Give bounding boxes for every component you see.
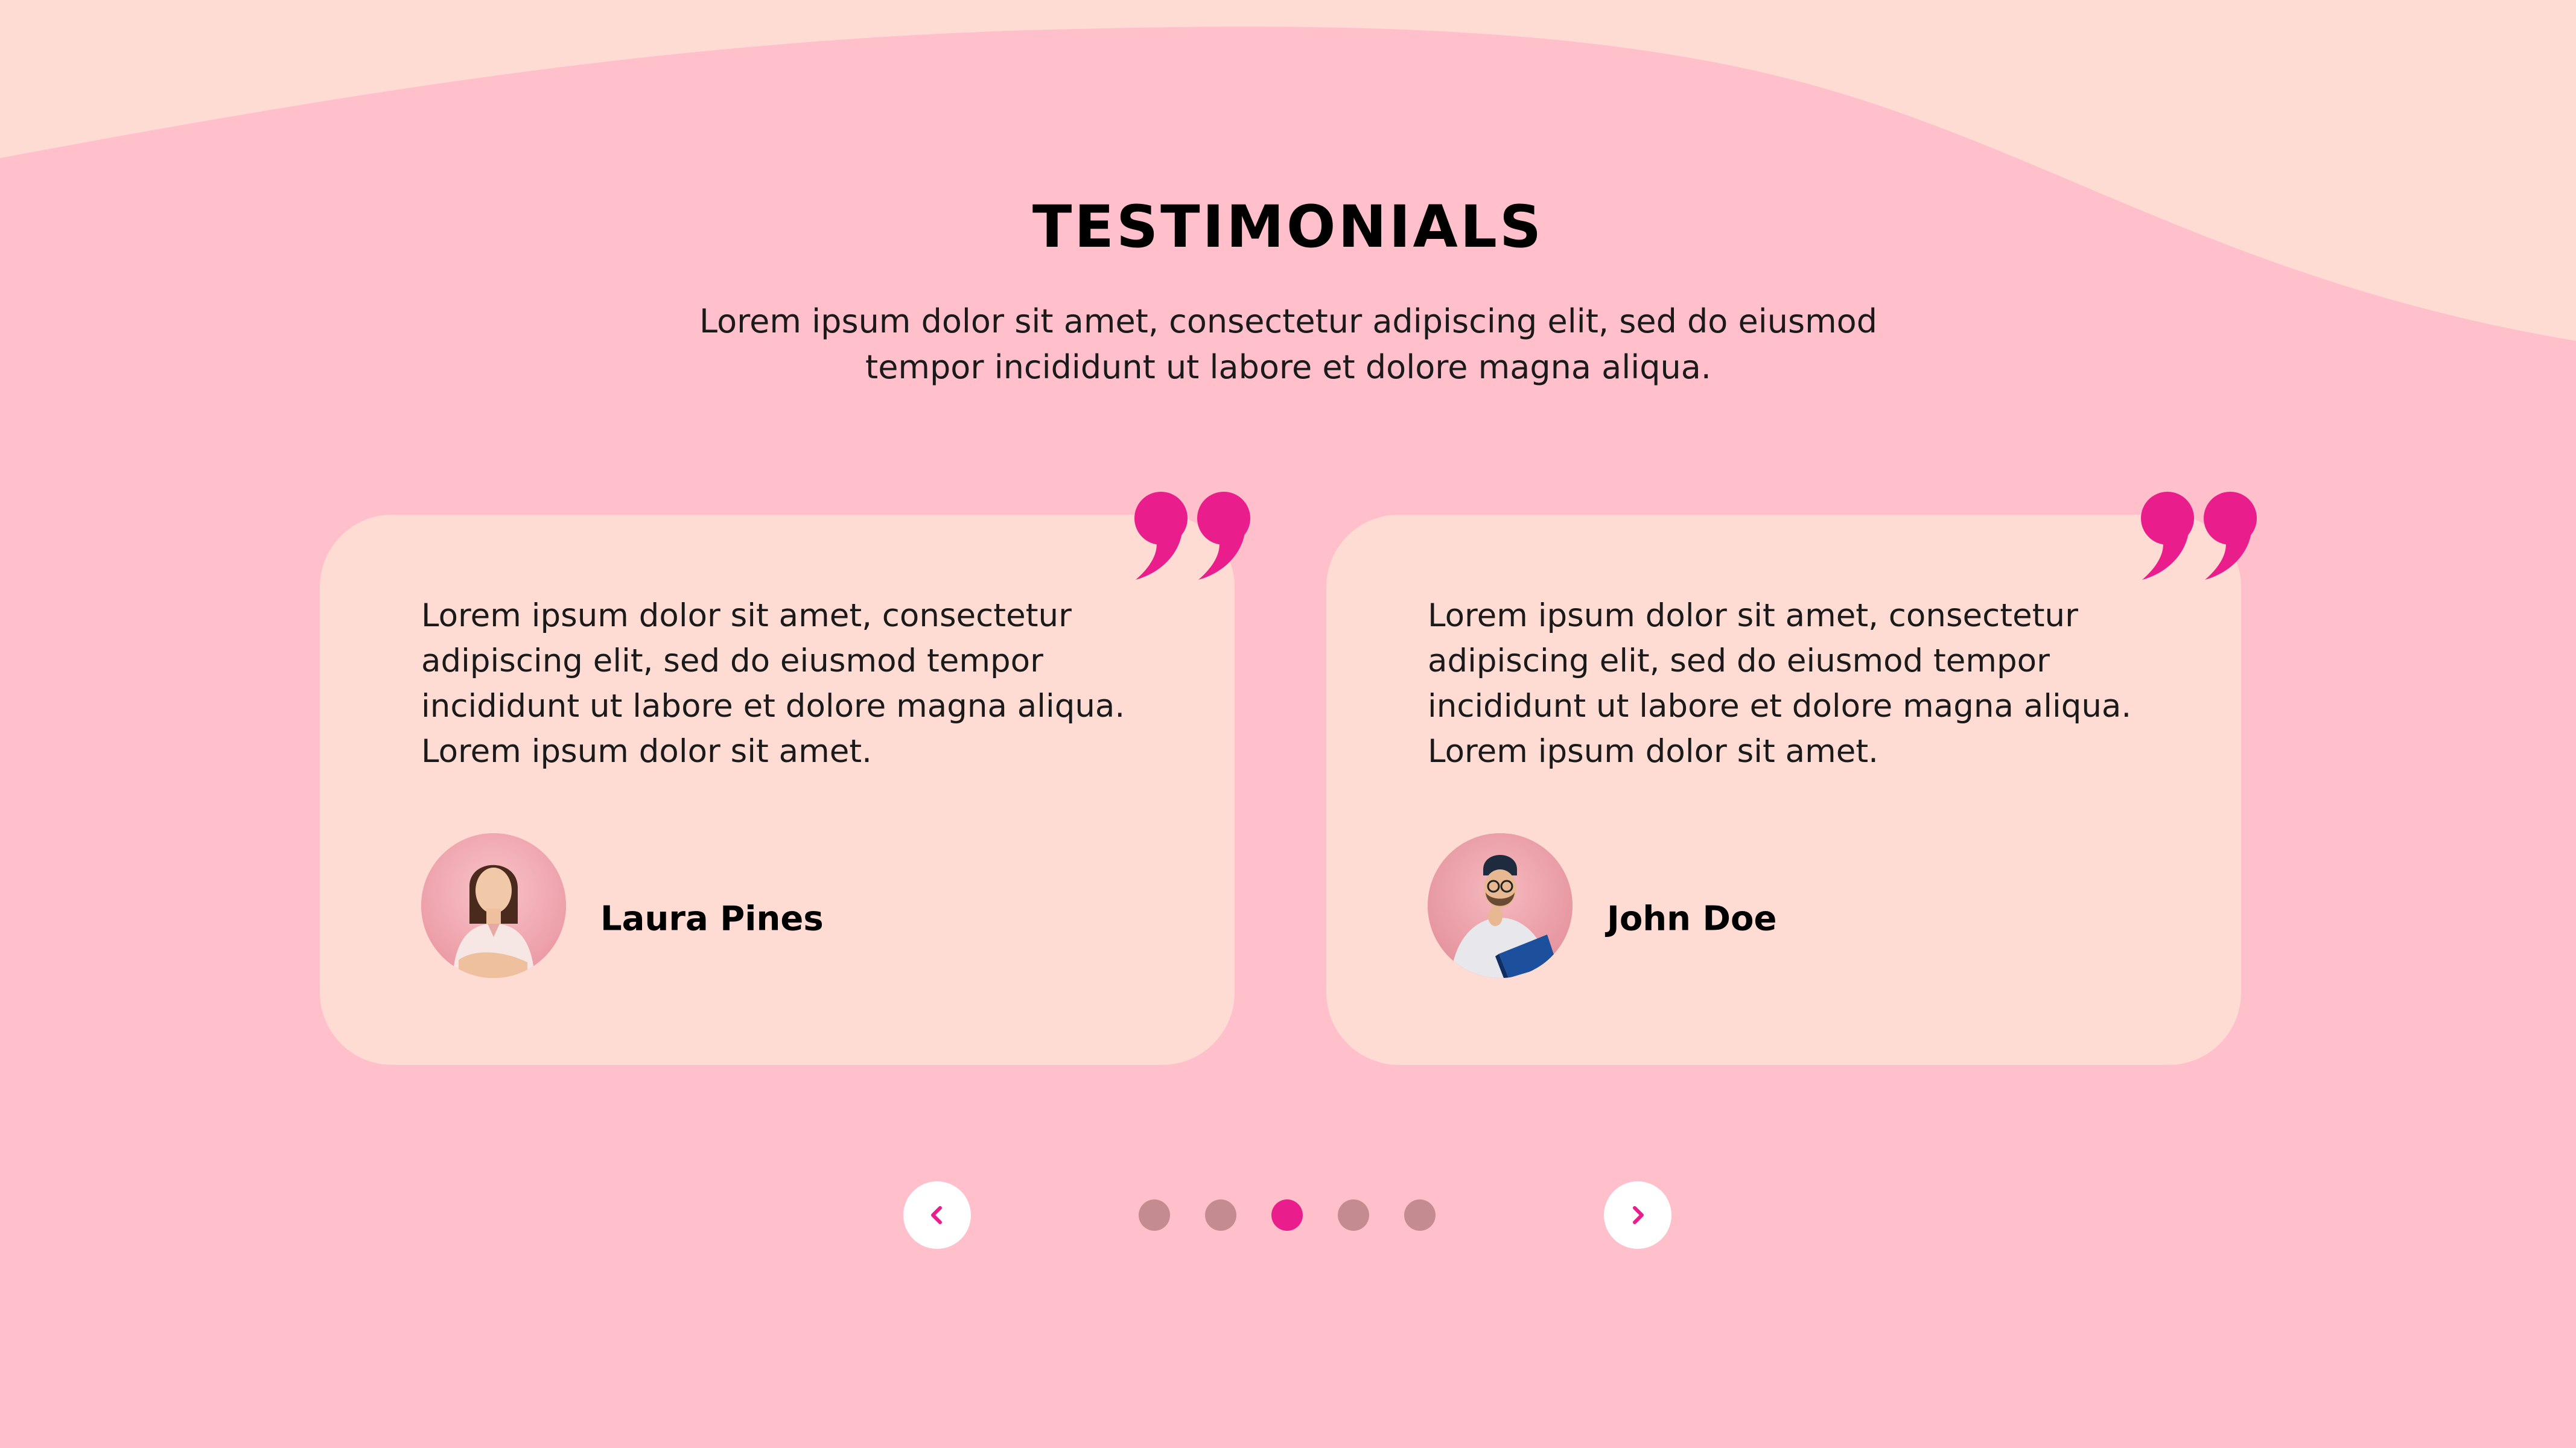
author-name: Laura Pines bbox=[600, 899, 824, 939]
testimonial-card: Lorem ipsum dolor sit amet, consectetur … bbox=[320, 492, 1250, 1065]
carousel-dot[interactable] bbox=[1271, 1199, 1303, 1231]
woman-portrait-avatar bbox=[421, 833, 566, 978]
chevron-left-icon bbox=[931, 1206, 942, 1224]
chevron-right-icon bbox=[1633, 1206, 1644, 1224]
testimonial-quote: Lorem ipsum dolor sit amet, consectetur … bbox=[1428, 597, 2132, 770]
quote-mark-icon bbox=[2141, 492, 2257, 580]
testimonial-quote: Lorem ipsum dolor sit amet, consectetur … bbox=[421, 597, 1125, 770]
next-slide-button[interactable] bbox=[1604, 1181, 1671, 1249]
carousel-dot[interactable] bbox=[1404, 1199, 1436, 1231]
quote-mark-icon bbox=[1134, 492, 1250, 580]
carousel-dot[interactable] bbox=[1139, 1199, 1170, 1231]
previous-slide-button[interactable] bbox=[903, 1181, 971, 1249]
carousel-pagination bbox=[1139, 1199, 1436, 1231]
testimonials-section: TESTIMONIALS Lorem ipsum dolor sit amet,… bbox=[0, 0, 2576, 1448]
carousel-dot[interactable] bbox=[1205, 1199, 1236, 1231]
section-subtitle: Lorem ipsum dolor sit amet, consectetur … bbox=[699, 302, 1877, 386]
author-name: John Doe bbox=[1607, 899, 1777, 939]
man-reading-portrait-avatar bbox=[1428, 833, 1573, 978]
section-title: TESTIMONIALS bbox=[1032, 193, 1544, 261]
carousel-dot[interactable] bbox=[1338, 1199, 1369, 1231]
testimonial-card: Lorem ipsum dolor sit amet, consectetur … bbox=[1326, 492, 2257, 1065]
